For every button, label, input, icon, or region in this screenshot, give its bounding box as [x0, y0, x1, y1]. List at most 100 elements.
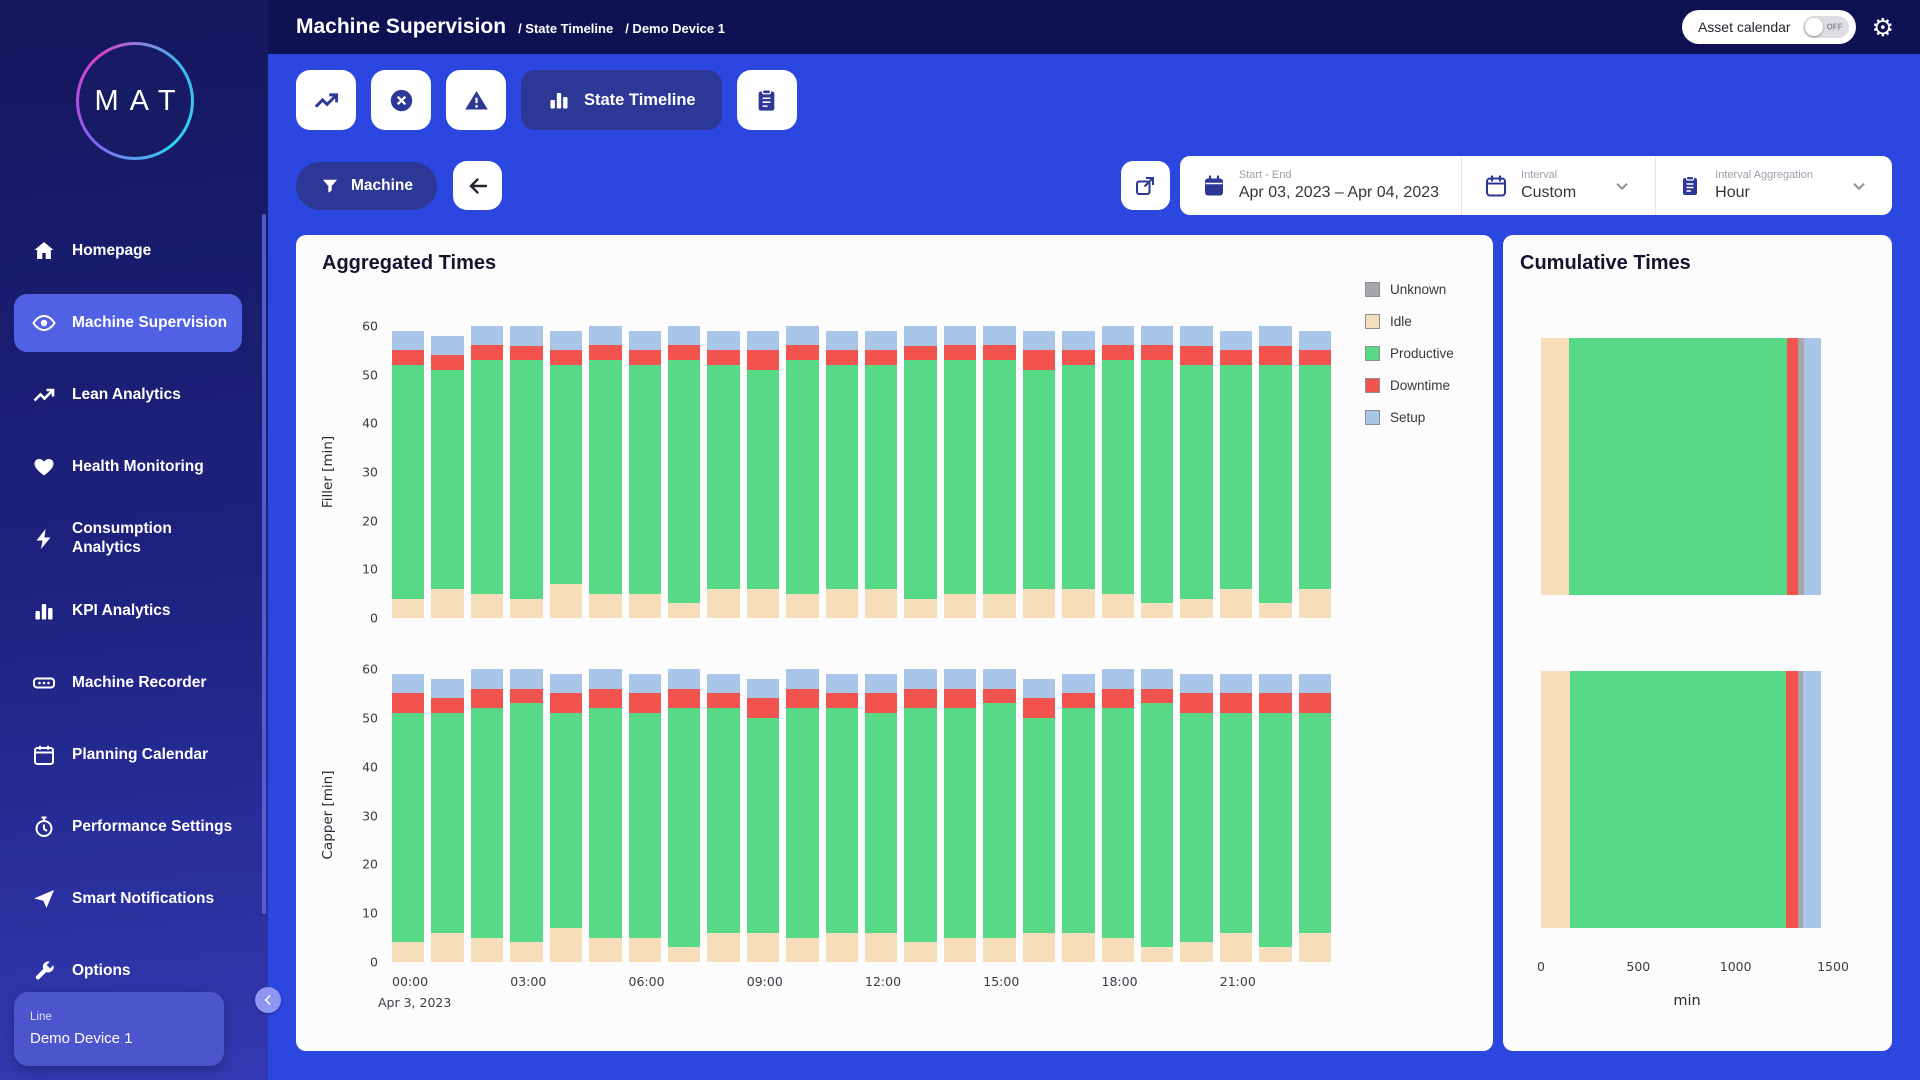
filler-bar-13:00[interactable]	[904, 326, 936, 618]
filler-bar-22:00[interactable]	[1259, 326, 1291, 618]
capper-bar-13:00[interactable]	[904, 669, 936, 962]
filler-axis-title: Filler [min]	[320, 436, 336, 508]
capper-bar-07:00[interactable]	[668, 669, 700, 962]
capper-cumulative-bar[interactable]	[1541, 671, 1833, 928]
filler-bar-03:00[interactable]	[510, 326, 542, 618]
selected-device-card[interactable]: Line Demo Device 1	[14, 992, 224, 1066]
capper-bar-19:00[interactable]	[1141, 669, 1173, 962]
legend-item-unknown[interactable]: Unknown	[1365, 282, 1454, 297]
sidebar-item-machine-supervision[interactable]: Machine Supervision	[14, 294, 242, 352]
capper-bar-18:00[interactable]	[1102, 669, 1134, 962]
x-circle-icon	[388, 87, 415, 114]
settings-gear-icon[interactable]: ⚙	[1872, 15, 1894, 40]
legend-item-productive[interactable]: Productive	[1365, 346, 1454, 361]
setup-segment	[589, 669, 621, 689]
tab-warnings[interactable]	[446, 70, 506, 130]
tab-trend-analysis[interactable]	[296, 70, 356, 130]
capper-bar-06:00[interactable]	[629, 669, 661, 962]
machine-filter-button[interactable]: Machine	[296, 162, 437, 210]
back-button[interactable]	[453, 161, 502, 210]
filler-bar-12:00[interactable]	[865, 326, 897, 618]
breadcrumb-device[interactable]: / Demo Device 1	[625, 21, 725, 36]
filler-bar-20:00[interactable]	[1180, 326, 1212, 618]
date-range-field[interactable]: Start - End Apr 03, 2023 – Apr 04, 2023	[1180, 156, 1461, 215]
sidebar-scrollbar[interactable]	[262, 214, 266, 914]
filler-bar-05:00[interactable]	[589, 326, 621, 618]
filler-bar-08:00[interactable]	[707, 326, 739, 618]
filler-bar-18:00[interactable]	[1102, 326, 1134, 618]
filler-bar-11:00[interactable]	[826, 326, 858, 618]
tab-state-timeline[interactable]: State Timeline	[521, 70, 722, 130]
clipboard-icon	[753, 87, 780, 114]
capper-bar-10:00[interactable]	[786, 669, 818, 962]
capper-bar-08:00[interactable]	[707, 669, 739, 962]
filler-bar-01:00[interactable]	[431, 326, 463, 618]
filler-bar-07:00[interactable]	[668, 326, 700, 618]
capper-bar-17:00[interactable]	[1062, 669, 1094, 962]
filler-cumulative-bar[interactable]	[1541, 338, 1833, 595]
legend-item-idle[interactable]: Idle	[1365, 314, 1454, 329]
date-annotation: Apr 3, 2023	[378, 995, 451, 1010]
capper-bar-21:00[interactable]	[1220, 669, 1252, 962]
filler-bar-02:00[interactable]	[471, 326, 503, 618]
sidebar-item-machine-recorder[interactable]: Machine Recorder	[14, 654, 242, 712]
interval-aggregation-dropdown[interactable]: Interval Aggregation Hour	[1655, 156, 1892, 215]
sidebar-collapse-button[interactable]	[255, 987, 281, 1013]
sidebar-item-lean-analytics[interactable]: Lean Analytics	[14, 366, 242, 424]
filler-bar-23:00[interactable]	[1299, 326, 1331, 618]
sidebar-item-performance-settings[interactable]: Performance Settings	[14, 798, 242, 856]
interval-dropdown[interactable]: Interval Custom	[1461, 156, 1655, 215]
setup-segment	[983, 669, 1015, 689]
capper-bar-11:00[interactable]	[826, 669, 858, 962]
setup-segment	[668, 326, 700, 345]
sidebar-item-kpi-analytics[interactable]: KPI Analytics	[14, 582, 242, 640]
capper-bar-15:00[interactable]	[983, 669, 1015, 962]
legend-item-setup[interactable]: Setup	[1365, 410, 1454, 425]
filler-bar-19:00[interactable]	[1141, 326, 1173, 618]
export-button[interactable]	[1121, 161, 1170, 210]
productive-segment	[983, 360, 1015, 594]
filler-bar-16:00[interactable]	[1023, 326, 1055, 618]
tab-errors[interactable]	[371, 70, 431, 130]
capper-bar-05:00[interactable]	[589, 669, 621, 962]
filler-bar-15:00[interactable]	[983, 326, 1015, 618]
filler-bar-04:00[interactable]	[550, 326, 582, 618]
downtime-segment	[707, 693, 739, 708]
capper-bar-00:00[interactable]	[392, 669, 424, 962]
legend-swatch	[1365, 314, 1380, 329]
asset-calendar-toggle[interactable]: OFF	[1803, 16, 1849, 38]
setup-segment	[668, 669, 700, 689]
tab-report[interactable]	[737, 70, 797, 130]
productive-segment	[471, 360, 503, 594]
legend-item-downtime[interactable]: Downtime	[1365, 378, 1454, 393]
filler-bar-06:00[interactable]	[629, 326, 661, 618]
capper-bar-09:00[interactable]	[747, 669, 779, 962]
capper-bar-03:00[interactable]	[510, 669, 542, 962]
filler-bar-10:00[interactable]	[786, 326, 818, 618]
capper-bar-01:00[interactable]	[431, 669, 463, 962]
filler-bar-00:00[interactable]	[392, 326, 424, 618]
time-controls: Start - End Apr 03, 2023 – Apr 04, 2023 …	[1121, 156, 1892, 215]
sidebar-item-homepage[interactable]: Homepage	[14, 222, 242, 280]
filler-bar-09:00[interactable]	[747, 326, 779, 618]
capper-bar-16:00[interactable]	[1023, 669, 1055, 962]
breadcrumb-state-timeline[interactable]: / State Timeline	[518, 21, 613, 36]
filler-bar-14:00[interactable]	[944, 326, 976, 618]
sidebar-item-label: Consumption Analytics	[72, 520, 234, 557]
capper-bar-04:00[interactable]	[550, 669, 582, 962]
filler-bar-17:00[interactable]	[1062, 326, 1094, 618]
sidebar-item-consumption-analytics[interactable]: Consumption Analytics	[14, 510, 242, 568]
sidebar-item-health-monitoring[interactable]: Health Monitoring	[14, 438, 242, 496]
sidebar-item-planning-calendar[interactable]: Planning Calendar	[14, 726, 242, 784]
downtime-segment	[786, 345, 818, 360]
capper-bar-22:00[interactable]	[1259, 669, 1291, 962]
capper-bar-02:00[interactable]	[471, 669, 503, 962]
asset-calendar-pill[interactable]: Asset calendar OFF	[1682, 10, 1856, 44]
capper-bar-23:00[interactable]	[1299, 669, 1331, 962]
capper-bar-20:00[interactable]	[1180, 669, 1212, 962]
sidebar-item-smart-notifications[interactable]: Smart Notifications	[14, 870, 242, 928]
filler-bar-21:00[interactable]	[1220, 326, 1252, 618]
capper-bar-14:00[interactable]	[944, 669, 976, 962]
capper-bar-12:00[interactable]	[865, 669, 897, 962]
filler-idle-segment	[1541, 338, 1569, 595]
